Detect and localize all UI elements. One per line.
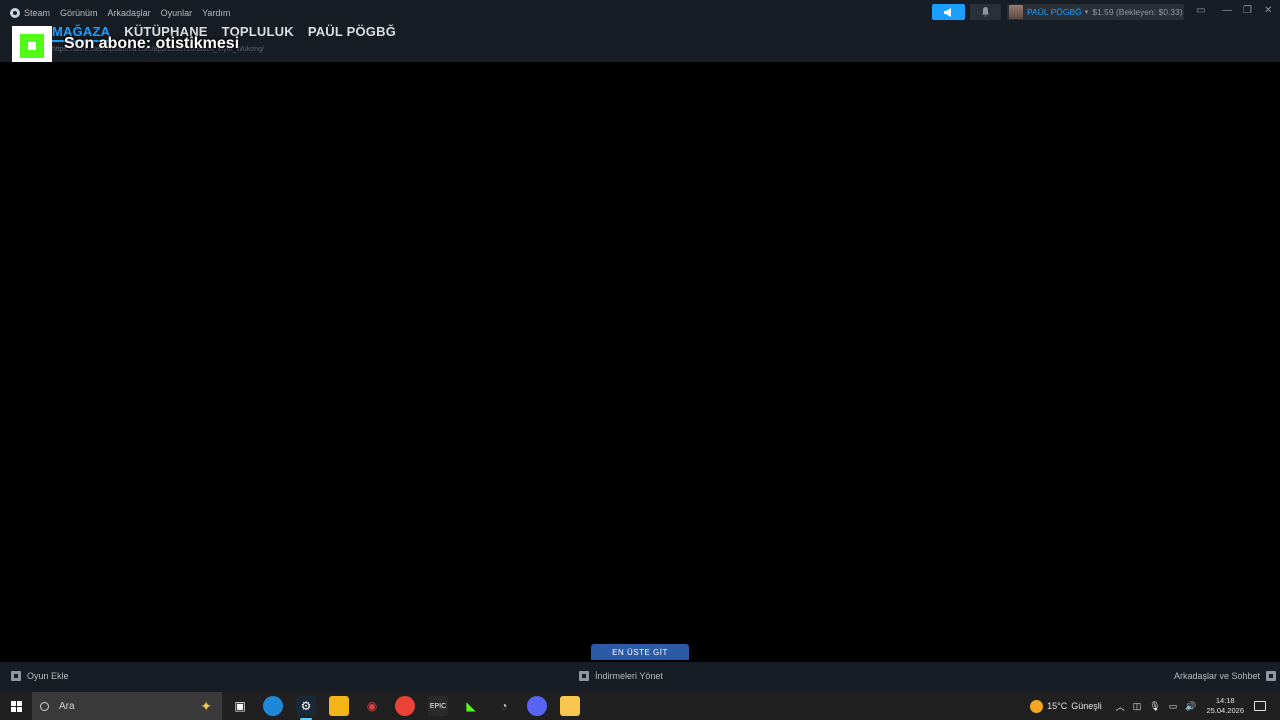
menu-friends[interactable]: Arkadaşlar	[108, 8, 151, 18]
menu-bar: Steam Görünüm Arkadaşlar Oyunlar Yardım	[10, 6, 240, 20]
downloads-label: İndirmeleri Yönet	[595, 671, 663, 681]
device-icon[interactable]: ◫	[1133, 701, 1142, 712]
megaphone-icon	[944, 7, 951, 17]
task-view-icon[interactable]: ▣	[230, 696, 250, 716]
restore-icon[interactable]: ❐	[1243, 5, 1252, 16]
steam-taskbar-icon[interactable]: ⚙	[296, 696, 316, 720]
weather-temp: 15°C	[1047, 701, 1068, 711]
download-icon	[579, 671, 589, 681]
weather-desc: Güneşli	[1071, 701, 1102, 711]
time: 14:18	[1215, 696, 1235, 705]
notification-icon[interactable]	[1254, 701, 1266, 711]
store-icon[interactable]	[329, 696, 349, 716]
account-menu[interactable]: PAÜL PÖGBĞ ▾ $1.59 (Bekleyen: $0.33)	[1007, 4, 1184, 20]
file-explorer-icon[interactable]	[560, 696, 580, 716]
tab-profile[interactable]: PAÜL PÖGBĞ	[308, 24, 396, 42]
big-picture-icon[interactable]: ▭	[1196, 5, 1205, 16]
manage-downloads-button[interactable]: İndirmeleri Yönet	[579, 671, 663, 681]
volume-icon[interactable]: 🔊	[1185, 701, 1196, 712]
steam-bottom-bar: Oyun Ekle İndirmeleri Yönet Arkadaşlar v…	[0, 662, 1280, 692]
chrome-icon[interactable]	[395, 696, 415, 716]
menu-games[interactable]: Oyunlar	[161, 8, 193, 18]
start-button[interactable]	[0, 692, 32, 720]
account-name: PAÜL PÖGBĞ	[1027, 7, 1082, 17]
chevron-up-icon[interactable]: ︿	[1116, 700, 1125, 713]
plus-icon	[11, 671, 21, 681]
friends-chat-button[interactable]: Arkadaşlar ve Sohbet	[1174, 671, 1277, 681]
app-icon-2[interactable]: ◣	[461, 696, 481, 716]
scroll-to-top-button[interactable]: EN ÜSTE GİT	[591, 644, 689, 660]
add-game-label: Oyun Ekle	[27, 671, 69, 681]
minimize-icon[interactable]: —	[1222, 5, 1232, 16]
menu-help[interactable]: Yardım	[202, 8, 230, 18]
close-icon[interactable]: ✕	[1264, 5, 1272, 16]
chat-icon	[1266, 671, 1277, 681]
chevron-down-icon: ▾	[1084, 9, 1089, 16]
search-icon	[40, 701, 49, 711]
edge-icon[interactable]	[263, 696, 283, 716]
menu-steam[interactable]: Steam	[24, 8, 50, 18]
avatar	[1009, 5, 1023, 19]
network-icon[interactable]: ▭	[1169, 701, 1178, 712]
steam-logo-icon	[10, 8, 20, 18]
friends-label: Arkadaşlar ve Sohbet	[1174, 671, 1261, 681]
app-icon-3[interactable]: ◔	[494, 696, 514, 716]
last-subscriber-text: Son abone: otistikmesi	[64, 35, 240, 52]
kick-logo	[12, 26, 52, 66]
bell-icon	[982, 7, 989, 17]
search-placeholder: Ara	[59, 700, 75, 712]
announcements-button[interactable]	[932, 4, 965, 20]
date: 25.04.2026	[1206, 706, 1244, 715]
store-content	[0, 62, 1280, 662]
microphone-icon[interactable]: 🎙	[1149, 701, 1160, 712]
system-tray: 15°C Güneşli ︿ ◫ 🎙 ▭ 🔊 14:18 25.04.2026	[1030, 692, 1280, 720]
add-game-button[interactable]: Oyun Ekle	[11, 671, 69, 681]
wallet-balance: $1.59 (Bekleyen: $0.33)	[1092, 7, 1183, 17]
sparkle-icon: ✦	[200, 698, 212, 714]
taskbar-search[interactable]: Ara ✦	[32, 692, 222, 720]
menu-view[interactable]: Görünüm	[60, 8, 98, 18]
discord-icon[interactable]	[527, 696, 547, 716]
windows-icon	[10, 700, 22, 712]
notifications-button[interactable]	[970, 4, 1001, 20]
epic-games-icon[interactable]: EPIC	[428, 696, 448, 716]
windows-taskbar: Ara ✦ ▣ ⚙ ◉ EPIC ◣ ◔ 15°C Güneşli ︿ ◫ 🎙 …	[0, 692, 1280, 720]
weather-widget[interactable]: 15°C Güneşli	[1030, 699, 1102, 713]
sun-icon	[1030, 699, 1044, 713]
clock[interactable]: 14:18 25.04.2026	[1206, 696, 1244, 716]
app-icon[interactable]: ◉	[362, 696, 382, 716]
